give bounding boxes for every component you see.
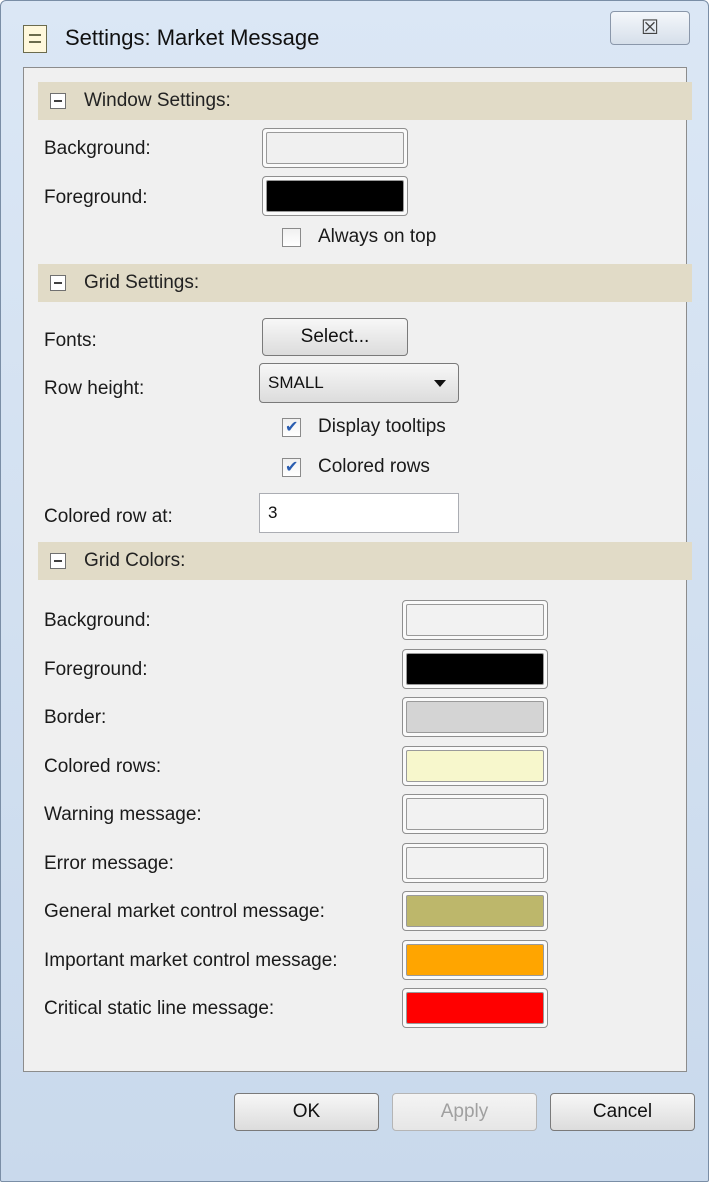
fonts-label: Fonts: [44, 330, 97, 351]
color-swatch [406, 604, 544, 636]
always-on-top-label: Always on top [318, 226, 437, 247]
window-foreground-color-button[interactable] [262, 176, 408, 216]
section-grid-settings[interactable]: Grid Settings: [38, 264, 692, 302]
settings-dialog: Settings: Market Message ☒ Window Settin… [0, 0, 709, 1182]
row-height-value: SMALL [268, 373, 324, 392]
grid-color-button[interactable] [402, 697, 548, 737]
color-swatch [406, 701, 544, 733]
app-icon [23, 25, 47, 53]
always-on-top-checkbox[interactable] [282, 228, 301, 247]
grid-color-button[interactable] [402, 939, 548, 980]
color-swatch [266, 180, 404, 212]
collapse-icon[interactable] [50, 275, 66, 291]
section-grid-colors[interactable]: Grid Colors: [38, 542, 692, 580]
grid-color-label: Critical static line message: [44, 998, 275, 1019]
title-bar[interactable]: Settings: Market Message ☒ [1, 1, 708, 77]
color-swatch [406, 798, 544, 830]
select-fonts-button[interactable]: Select... [262, 318, 408, 356]
grid-color-button[interactable] [402, 648, 548, 689]
row-height-label: Row height: [44, 378, 145, 399]
color-swatch [406, 895, 544, 927]
color-swatch [406, 943, 544, 976]
colored-rows-label: Colored rows [318, 456, 430, 477]
color-swatch [406, 846, 544, 879]
color-swatch [406, 749, 544, 782]
collapse-icon[interactable] [50, 93, 66, 109]
grid-color-button[interactable] [402, 988, 548, 1028]
section-title: Grid Settings: [84, 272, 200, 293]
chevron-down-icon [434, 380, 446, 387]
close-icon: ☒ [641, 17, 659, 39]
settings-panel: Window Settings: Background: Foreground:… [23, 67, 692, 1072]
grid-color-label: Foreground: [44, 658, 148, 680]
foreground-label: Foreground: [44, 187, 148, 208]
grid-color-label: General market control message: [44, 901, 325, 922]
ok-button[interactable]: OK [234, 1093, 379, 1131]
grid-color-label: Colored rows: [44, 755, 162, 777]
display-tooltips-label: Display tooltips [318, 416, 446, 437]
grid-color-label: Important market control message: [44, 949, 338, 971]
grid-color-label: Background: [44, 610, 151, 631]
collapse-icon[interactable] [50, 553, 66, 569]
display-tooltips-checkbox[interactable] [282, 417, 301, 437]
grid-color-label: Error message: [44, 852, 174, 874]
close-button[interactable]: ☒ [610, 11, 690, 45]
background-label: Background: [44, 138, 151, 159]
window-title: Settings: Market Message [65, 25, 320, 50]
section-title: Window Settings: [84, 90, 231, 111]
colored-rows-checkbox[interactable] [282, 457, 301, 477]
apply-button[interactable]: Apply [392, 1093, 537, 1131]
colored-row-at-field[interactable] [259, 493, 459, 533]
section-window-settings[interactable]: Window Settings: [38, 82, 692, 120]
grid-color-label: Warning message: [44, 804, 202, 825]
colored-row-at-input[interactable] [260, 494, 458, 532]
color-swatch [266, 132, 404, 164]
color-swatch [406, 652, 544, 685]
colored-row-at-label: Colored row at: [44, 506, 173, 527]
grid-color-button[interactable] [402, 794, 548, 834]
grid-color-button[interactable] [402, 600, 548, 640]
grid-color-label: Border: [44, 707, 107, 728]
grid-color-button[interactable] [402, 891, 548, 931]
section-title: Grid Colors: [84, 550, 186, 571]
grid-color-button[interactable] [402, 842, 548, 883]
color-swatch [406, 992, 544, 1024]
row-height-dropdown[interactable]: SMALL [259, 363, 459, 403]
cancel-button[interactable]: Cancel [550, 1093, 695, 1131]
grid-color-button[interactable] [402, 745, 548, 786]
window-background-color-button[interactable] [262, 128, 408, 168]
